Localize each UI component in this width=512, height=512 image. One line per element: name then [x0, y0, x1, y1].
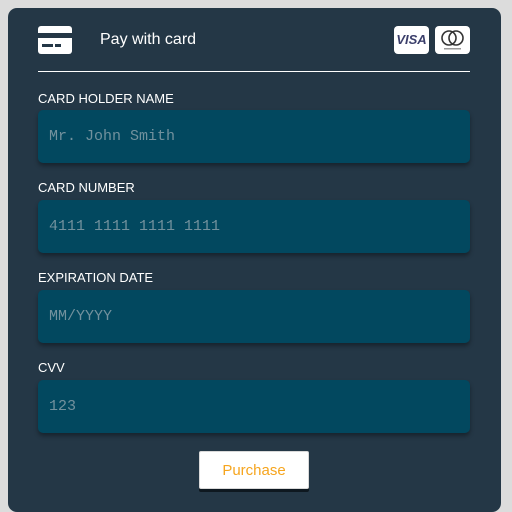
cvv-label: CVV [38, 360, 65, 375]
credit-card-icon [38, 26, 72, 54]
mastercard-logo [435, 26, 470, 54]
header-title: Pay with card [100, 31, 197, 48]
payment-panel: Pay with card VISA CARD HOLDER NAME CARD… [8, 8, 501, 512]
card-holder-input[interactable] [38, 110, 470, 163]
purchase-button[interactable]: Purchase [199, 451, 309, 489]
expiration-date-label: EXPIRATION DATE [38, 270, 154, 285]
expiration-date-input[interactable] [38, 290, 470, 343]
visa-logo: VISA [394, 26, 429, 54]
cvv-input[interactable] [38, 380, 470, 433]
payment-header: Pay with card VISA [38, 26, 470, 72]
header-divider [38, 71, 470, 72]
card-holder-label: CARD HOLDER NAME [38, 91, 174, 106]
card-number-input[interactable] [38, 200, 470, 253]
card-number-label: CARD NUMBER [38, 180, 135, 195]
